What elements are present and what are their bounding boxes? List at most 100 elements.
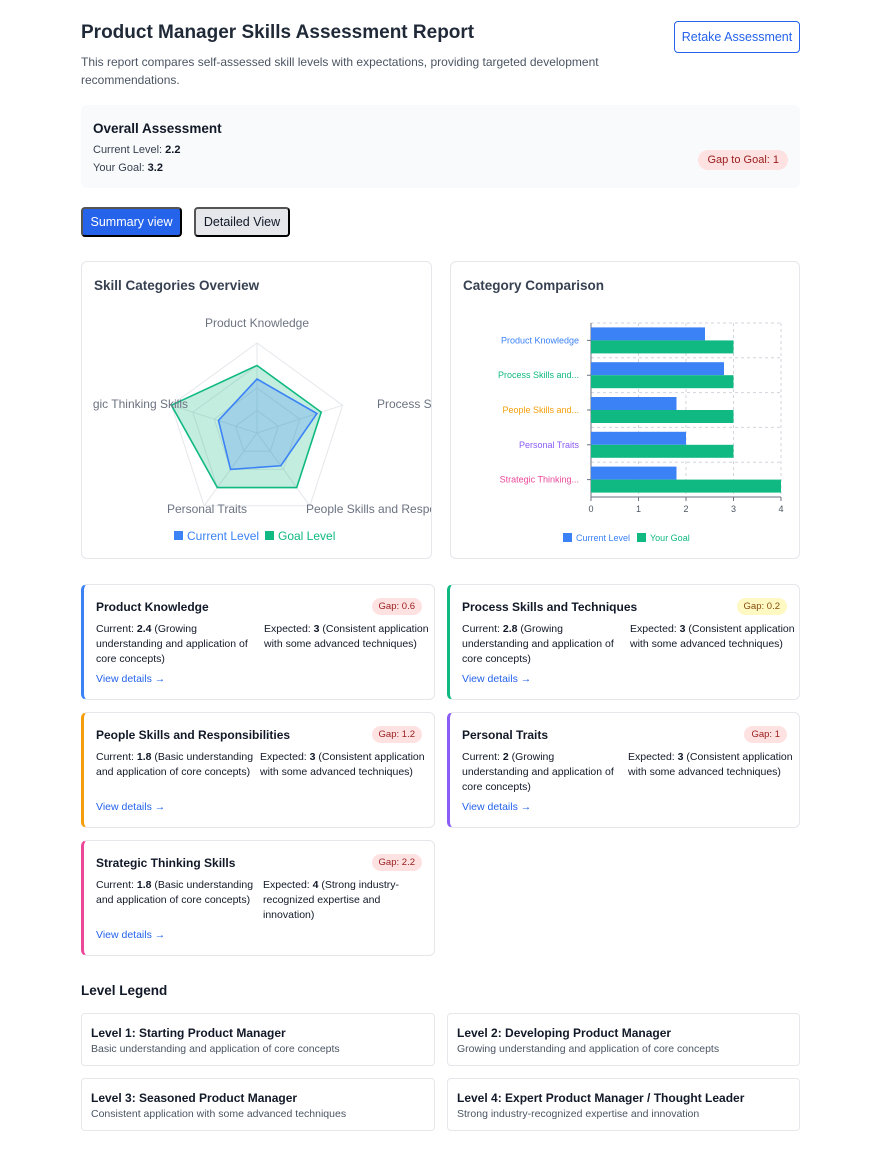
bar xyxy=(591,444,734,458)
page-subtitle: This report compares self-assessed skill… xyxy=(81,55,599,87)
goal-level-line: Your Goal: 3.2 xyxy=(93,162,163,174)
expected-level-text: Expected: 3 (Consistent application with… xyxy=(260,750,425,780)
radar-legend-label: Goal Level xyxy=(278,529,335,543)
bar-legend-label: Your Goal xyxy=(650,533,690,543)
bar xyxy=(591,410,734,423)
expected-label: Expected: xyxy=(628,751,678,763)
level-legend-title: Level Legend xyxy=(81,983,168,998)
bar xyxy=(591,397,677,410)
skill-card: Strategic Thinking Skills Gap: 2.2 Current… xyxy=(81,840,435,956)
level-name: Level 4: Expert Product Manager / Though… xyxy=(457,1091,745,1105)
skill-card: People Skills and Responsibilities Gap: 1… xyxy=(81,712,435,828)
bar xyxy=(591,362,724,376)
current-level-label: Current Level: xyxy=(93,144,166,156)
bar xyxy=(591,340,734,354)
radar-legend-label: Current Level xyxy=(187,529,259,543)
bar xyxy=(591,431,686,445)
radar-axis-label: Personal Traits xyxy=(167,502,247,516)
skill-card: Product Knowledge Gap: 0.6 Current: 2.4 (G… xyxy=(81,584,435,700)
level-card: Level 3: Seasoned Product Manager Consist… xyxy=(81,1078,435,1131)
gap-badge: Gap: 1 xyxy=(744,726,787,743)
expected-label: Expected: xyxy=(260,751,310,763)
expected-level-text: Expected: 3 (Consistent application with… xyxy=(630,622,795,652)
view-details-link[interactable]: View details → xyxy=(96,673,165,685)
current-label: Current: xyxy=(462,623,503,635)
radar-legend-swatch xyxy=(265,531,274,540)
level-name: Level 1: Starting Product Manager xyxy=(91,1026,286,1040)
level-card: Level 2: Developing Product Manager Growi… xyxy=(447,1013,800,1066)
bar-category-label: Product Knowledge xyxy=(501,335,579,345)
expected-level-text: Expected: 3 (Consistent application with… xyxy=(628,750,793,780)
level-name: Level 3: Seasoned Product Manager xyxy=(91,1091,298,1105)
summary-view-button[interactable]: Summary view xyxy=(81,207,182,237)
bar-legend-swatch xyxy=(563,533,572,542)
radar-axis-label: gic Thinking Skills xyxy=(93,397,188,411)
bar-x-tick-label: 2 xyxy=(683,504,688,514)
current-level-text: Current: 1.8 (Basic understanding and ap… xyxy=(96,750,256,780)
expected-label: Expected: xyxy=(263,879,313,891)
skill-card: Process Skills and Techniques Gap: 0.2 Cur… xyxy=(447,584,800,700)
current-level-text: Current: 2 (Growing understanding and ap… xyxy=(462,750,622,795)
level-name: Level 2: Developing Product Manager xyxy=(457,1026,672,1040)
view-details-link[interactable]: View details → xyxy=(96,801,165,813)
bar-category-label: Personal Traits xyxy=(519,440,580,450)
current-label: Current: xyxy=(96,879,137,891)
gap-badge: Gap: 0.2 xyxy=(736,598,787,615)
gap-badge: Gap: 2.2 xyxy=(371,854,422,871)
bar xyxy=(591,375,734,389)
view-details-link[interactable]: View details → xyxy=(462,801,531,813)
current-value: 1.8 xyxy=(136,879,152,891)
current-label: Current: xyxy=(96,751,137,763)
current-level-text: Current: 1.8 (Basic understanding and ap… xyxy=(96,878,256,908)
page-title: Product Manager Skills Assessment Report xyxy=(81,22,475,43)
bar xyxy=(591,479,781,493)
bar xyxy=(591,327,705,341)
level-description: Basic understanding and application of c… xyxy=(91,1043,340,1055)
level-card: Level 4: Expert Product Manager / Though… xyxy=(447,1078,800,1131)
expected-level-text: Expected: 4 (Strong industry-recognized … xyxy=(263,878,413,923)
gap-to-goal-badge: Gap to Goal: 1 xyxy=(698,150,788,170)
expected-level-text: Expected: 3 (Consistent application with… xyxy=(264,622,434,652)
expected-label: Expected: xyxy=(630,623,680,635)
view-details-link[interactable]: View details → xyxy=(96,929,165,941)
current-label: Current: xyxy=(96,623,137,635)
current-level-text: Current: 2.8 (Growing understanding and … xyxy=(462,622,622,667)
skill-name: Personal Traits xyxy=(462,728,549,742)
detailed-view-button[interactable]: Detailed View xyxy=(194,207,290,237)
view-details-link[interactable]: View details → xyxy=(462,673,531,685)
skill-card: Personal Traits Gap: 1 Current: 2 (Growing… xyxy=(447,712,800,828)
bar-chart-card: Category Comparison Product Knowledge Pro… xyxy=(450,261,800,559)
retake-assessment-button[interactable]: Retake Assessment xyxy=(674,21,800,53)
skill-name: Product Knowledge xyxy=(96,600,209,614)
current-label: Current: xyxy=(462,751,503,763)
level-description: Strong industry-recognized expertise and… xyxy=(457,1108,700,1120)
gap-badge: Gap: 1.2 xyxy=(371,726,422,743)
current-level-value: 2.2 xyxy=(165,144,181,156)
radar-axis-label: People Skills and Respo xyxy=(306,502,432,516)
bar-chart: Product Knowledge Process Skills and... Pe… xyxy=(498,322,784,543)
radar-chart-card: Skill Categories Overview Product Knowle… xyxy=(81,261,432,559)
overall-assessment-title: Overall Assessment xyxy=(93,121,222,136)
bar-category-label: People Skills and... xyxy=(502,405,579,415)
level-description: Growing understanding and application of… xyxy=(457,1043,720,1055)
bar-x-tick-label: 0 xyxy=(588,504,593,514)
bar-category-label: Strategic Thinking... xyxy=(500,475,579,485)
bar-category-label: Process Skills and... xyxy=(498,370,579,380)
radar-legend-swatch xyxy=(174,531,183,540)
skill-name: People Skills and Responsibilities xyxy=(96,728,291,742)
bar-legend-label: Current Level xyxy=(576,533,630,543)
bar-x-tick-label: 4 xyxy=(778,504,783,514)
current-value: 1.8 xyxy=(136,751,152,763)
radar-axis-label: Process Skills and xyxy=(377,397,432,411)
goal-level-value: 3.2 xyxy=(147,162,163,174)
bar xyxy=(591,466,677,480)
current-value: 2.8 xyxy=(502,623,518,635)
bar-x-tick-label: 1 xyxy=(636,504,641,514)
skill-name: Strategic Thinking Skills xyxy=(96,856,236,870)
skill-name: Process Skills and Techniques xyxy=(462,600,638,614)
level-description: Consistent application with some advance… xyxy=(91,1108,347,1120)
radar-chart: Product Knowledge Process Skills and Peopl… xyxy=(93,316,432,543)
bar-x-tick-label: 3 xyxy=(731,504,736,514)
overall-assessment-panel: Overall Assessment Current Level: 2.2 Yo… xyxy=(81,105,800,188)
current-level-line: Current Level: 2.2 xyxy=(93,144,180,156)
